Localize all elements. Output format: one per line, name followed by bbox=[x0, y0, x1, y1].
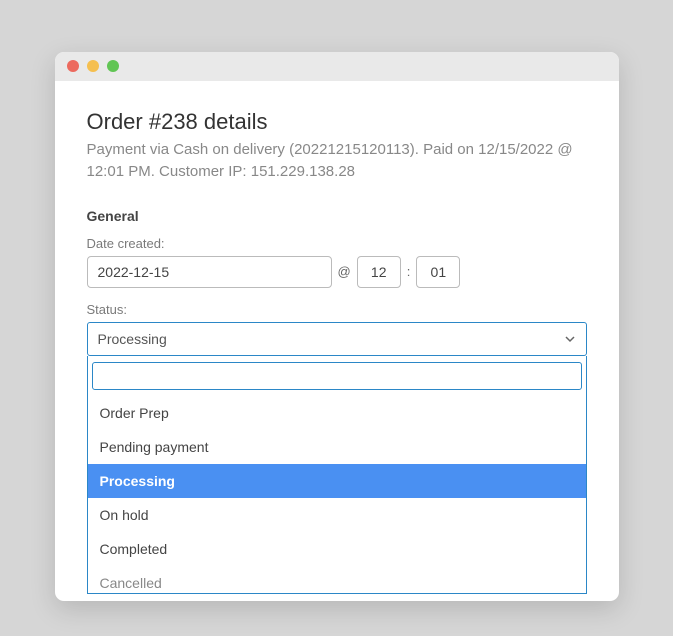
date-input[interactable] bbox=[87, 256, 332, 288]
maximize-icon[interactable] bbox=[107, 60, 119, 72]
status-select-wrap: Processing Order Prep Pending payment Pr… bbox=[87, 322, 587, 356]
close-icon[interactable] bbox=[67, 60, 79, 72]
colon-separator: : bbox=[407, 264, 411, 279]
window-titlebar bbox=[55, 52, 619, 81]
minimize-icon[interactable] bbox=[87, 60, 99, 72]
status-select[interactable]: Processing bbox=[87, 322, 587, 356]
status-option[interactable]: Cancelled bbox=[88, 566, 586, 593]
page-subtitle: Payment via Cash on delivery (2022121512… bbox=[87, 139, 587, 184]
status-label: Status: bbox=[87, 302, 587, 317]
page-title: Order #238 details bbox=[87, 109, 587, 135]
date-created-label: Date created: bbox=[87, 236, 587, 251]
date-row: @ : bbox=[87, 256, 587, 288]
status-option[interactable]: Pending payment bbox=[88, 430, 586, 464]
status-option-selected[interactable]: Processing bbox=[88, 464, 586, 498]
app-window: Order #238 details Payment via Cash on d… bbox=[55, 52, 619, 601]
content-area: Order #238 details Payment via Cash on d… bbox=[55, 81, 619, 601]
chevron-down-icon bbox=[564, 333, 576, 345]
status-option[interactable]: Order Prep bbox=[88, 396, 586, 430]
minute-input[interactable] bbox=[416, 256, 460, 288]
status-option[interactable]: Completed bbox=[88, 532, 586, 566]
status-selected-value: Processing bbox=[98, 331, 167, 347]
dropdown-search-row bbox=[88, 356, 586, 396]
general-heading: General bbox=[87, 208, 587, 224]
status-option[interactable]: On hold bbox=[88, 498, 586, 532]
status-dropdown: Order Prep Pending payment Processing On… bbox=[87, 356, 587, 594]
hour-input[interactable] bbox=[357, 256, 401, 288]
dropdown-search-input[interactable] bbox=[92, 362, 582, 390]
status-options-list[interactable]: Order Prep Pending payment Processing On… bbox=[88, 396, 586, 593]
at-separator: @ bbox=[338, 264, 351, 279]
